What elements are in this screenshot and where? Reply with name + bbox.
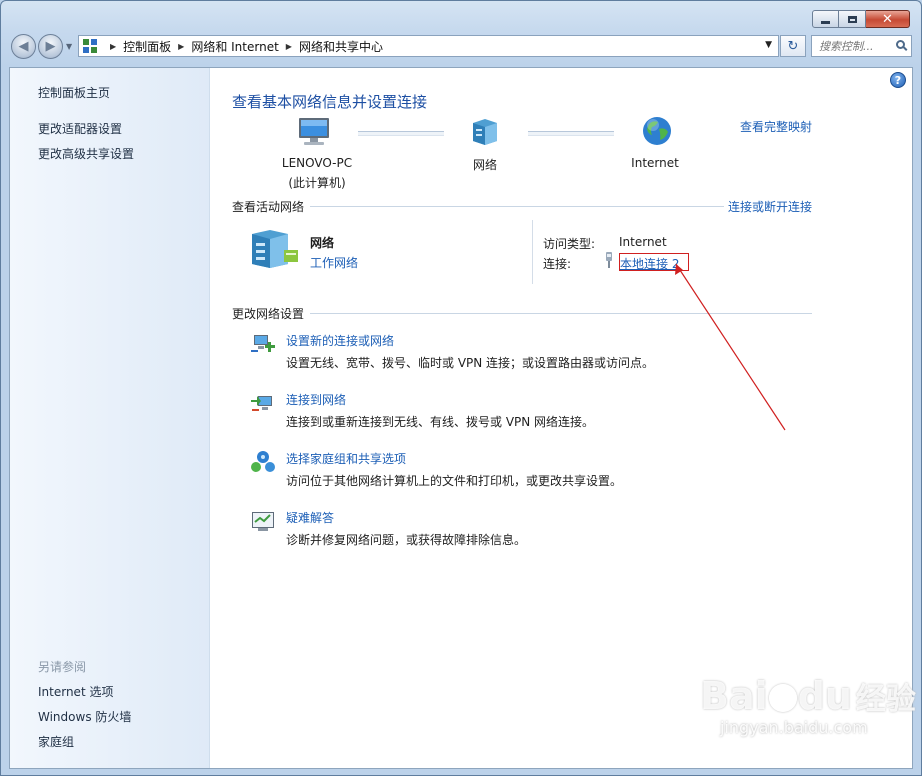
troubleshoot-link[interactable]: 疑难解答 (286, 509, 334, 526)
search-input[interactable] (819, 39, 883, 53)
refresh-button[interactable]: ↻ (780, 35, 806, 57)
breadcrumb-sep-icon[interactable]: ▶ (178, 42, 184, 51)
internet-label: Internet (631, 156, 679, 170)
watermark-paw-icon (768, 684, 797, 712)
new-connection-icon (250, 331, 276, 360)
recent-pages-dropdown[interactable]: ▼ (66, 42, 72, 51)
caption-buttons: ✕ (812, 10, 910, 28)
main-panel: 查看基本网络信息并设置连接 查看完整映射 LENOVO-PC (此计算机) 网络… (10, 68, 916, 768)
refresh-icon: ↻ (787, 38, 799, 54)
section-divider (310, 206, 724, 207)
close-button[interactable]: ✕ (866, 10, 910, 28)
search-box[interactable] (811, 35, 912, 57)
connect-to-network-desc: 连接到或重新连接到无线、有线、拨号或 VPN 网络连接。 (286, 415, 595, 429)
watermark-cn: 经验 (855, 682, 916, 717)
network-type-link[interactable]: 工作网络 (310, 254, 358, 271)
connect-to-network-link[interactable]: 连接到网络 (286, 391, 346, 408)
connect-disconnect-link[interactable]: 连接或断开连接 (728, 198, 812, 215)
minimize-icon (821, 20, 830, 24)
content-area: 控制面板主页 更改适配器设置 更改高级共享设置 另请参阅 Internet 选项… (9, 67, 916, 769)
change-settings-heading: 更改网络设置 (232, 307, 305, 321)
access-type-value: Internet (619, 235, 667, 249)
active-network-icon (250, 228, 300, 273)
computer-name: LENOVO-PC (281, 156, 353, 170)
network-icon (469, 117, 501, 150)
homegroup-sharing-link[interactable]: 选择家庭组和共享选项 (286, 450, 406, 467)
maximize-icon (847, 15, 857, 23)
breadcrumb-network-sharing-center[interactable]: 网络和共享中心 (299, 38, 383, 55)
address-bar[interactable]: ▶ 控制面板 ▶ 网络和 Internet ▶ 网络和共享中心 ▼ (78, 35, 779, 57)
address-dropdown-icon[interactable]: ▼ (765, 40, 772, 50)
forward-icon: ▶ (45, 39, 56, 54)
setup-new-connection-desc: 设置无线、宽带、拨号、临时或 VPN 连接；或设置路由器或访问点。 (286, 356, 655, 370)
window: ✕ ◀ ▶ ▼ ▶ 控制面板 ▶ 网络和 Internet ▶ 网络和共享中心 … (0, 0, 922, 776)
computer-icon (298, 116, 332, 151)
troubleshoot-icon (250, 508, 276, 537)
active-networks-heading: 查看活动网络 (232, 200, 305, 214)
access-type-label: 访问类型: (543, 237, 596, 251)
homegroup-icon (250, 449, 276, 478)
close-icon: ✕ (882, 11, 893, 27)
breadcrumb-sep-icon: ▶ (110, 41, 117, 51)
active-network-name: 网络 (310, 236, 335, 250)
setup-new-connection-link[interactable]: 设置新的连接或网络 (286, 332, 394, 349)
minimize-button[interactable] (812, 10, 839, 28)
watermark-brand-du: du (797, 674, 852, 718)
control-panel-icon (83, 39, 97, 53)
breadcrumb-sep-icon[interactable]: ▶ (286, 42, 292, 51)
connections-label: 连接: (543, 257, 572, 271)
breadcrumb-control-panel[interactable]: 控制面板 (123, 38, 171, 55)
vertical-divider (532, 220, 533, 284)
map-line (528, 131, 614, 136)
ethernet-icon (604, 252, 614, 271)
back-icon: ◀ (18, 39, 29, 54)
search-icon[interactable] (896, 40, 905, 49)
watermark: Bai du 经验 jingyan.baidu.com (700, 674, 916, 737)
section-divider (310, 313, 812, 314)
globe-icon (641, 115, 673, 150)
troubleshoot-desc: 诊断并修复网络问题，或获得故障排除信息。 (286, 533, 527, 547)
back-button[interactable]: ◀ (11, 34, 36, 59)
page-title: 查看基本网络信息并设置连接 (232, 93, 428, 111)
homegroup-sharing-desc: 访问位于其他网络计算机上的文件和打印机，或更改共享设置。 (286, 474, 623, 488)
network-label: 网络 (472, 158, 497, 172)
computer-sub-label: (此计算机) (288, 176, 346, 190)
maximize-button[interactable] (839, 10, 866, 28)
watermark-brand: Bai (700, 674, 768, 718)
breadcrumb: ▶ 控制面板 ▶ 网络和 Internet ▶ 网络和共享中心 (103, 38, 383, 55)
full-map-link[interactable]: 查看完整映射 (740, 118, 812, 135)
connect-network-icon (250, 390, 276, 419)
annotation-highlight-box (619, 253, 689, 271)
forward-button[interactable]: ▶ (38, 34, 63, 59)
breadcrumb-network-internet[interactable]: 网络和 Internet (191, 38, 278, 55)
map-line (358, 131, 444, 136)
watermark-url: jingyan.baidu.com (720, 718, 868, 737)
